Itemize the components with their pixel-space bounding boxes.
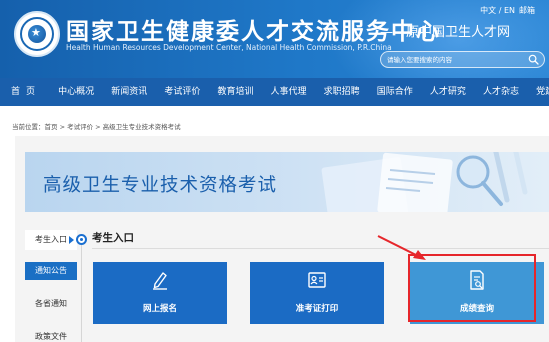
side-menu-item-notices[interactable]: 通知公告 xyxy=(25,262,77,280)
search-box[interactable] xyxy=(380,51,545,68)
language-switch[interactable]: 中文 / EN 邮箱 xyxy=(480,5,535,16)
nav-item-news[interactable]: 新闻资讯 xyxy=(111,78,147,106)
highlight-box xyxy=(408,254,536,322)
active-pointer-icon xyxy=(69,236,74,244)
admit-card-print-button[interactable]: 准考证打印 xyxy=(250,262,384,324)
nav-item-home[interactable]: 首页 xyxy=(11,78,41,106)
mail-link[interactable]: 邮箱 xyxy=(519,6,535,15)
section-title: 考生入口 xyxy=(92,232,134,244)
search-input[interactable] xyxy=(387,54,517,65)
nav-item-training[interactable]: 教育培训 xyxy=(217,78,253,106)
section-divider xyxy=(92,248,549,249)
nav-item-research[interactable]: 人才研究 xyxy=(430,78,466,106)
banner-title: 高级卫生专业技术资格考试 xyxy=(43,175,278,196)
timeline-dot-icon xyxy=(76,234,87,245)
online-registration-button[interactable]: 网上报名 xyxy=(93,262,227,324)
language-switch-label[interactable]: 中文 / EN xyxy=(480,6,515,15)
pen-icon xyxy=(153,272,167,290)
nav-item-overview[interactable]: 中心概况 xyxy=(58,78,94,106)
card-label: 网上报名 xyxy=(142,304,177,314)
nav-item-international[interactable]: 国际合作 xyxy=(377,78,413,106)
site-subtitle: ——原中国卫生人才网 xyxy=(380,25,511,40)
logo-star-icon: ★ xyxy=(31,26,41,39)
nav-items: 首页 中心概况 新闻资讯 考试评价 教育培训 人事代理 求职招聘 国际合作 人才… xyxy=(0,78,549,106)
site-header: ★ 国家卫生健康委人才交流服务中心 ——原中国卫生人才网 Health Huma… xyxy=(0,0,549,78)
side-menu-item-policies[interactable]: 政策文件 xyxy=(25,331,77,342)
id-card-icon xyxy=(308,272,326,288)
page-banner: 高级卫生专业技术资格考试 xyxy=(25,152,549,212)
nav-item-jobs[interactable]: 求职招聘 xyxy=(324,78,360,106)
nav-item-personnel-agency[interactable]: 人事代理 xyxy=(271,78,307,106)
site-english-name: Health Human Resources Development Cente… xyxy=(66,43,392,52)
nav-item-party[interactable]: 党建工作 xyxy=(536,78,549,106)
main-nav: 首页 中心概况 新闻资讯 考试评价 教育培训 人事代理 求职招聘 国际合作 人才… xyxy=(0,78,549,106)
side-menu-item-provincial[interactable]: 各省通知 xyxy=(25,298,77,309)
breadcrumb[interactable]: 当前位置：首页 > 考试评价 > 高级卫生专业技术资格考试 xyxy=(12,121,181,131)
site-logo[interactable]: ★ xyxy=(14,11,60,57)
search-icon[interactable] xyxy=(528,54,539,65)
side-menu-divider xyxy=(81,245,82,342)
nav-item-magazine[interactable]: 人才杂志 xyxy=(483,78,519,106)
nav-item-exams[interactable]: 考试评价 xyxy=(164,78,200,106)
card-label: 准考证打印 xyxy=(295,304,339,314)
